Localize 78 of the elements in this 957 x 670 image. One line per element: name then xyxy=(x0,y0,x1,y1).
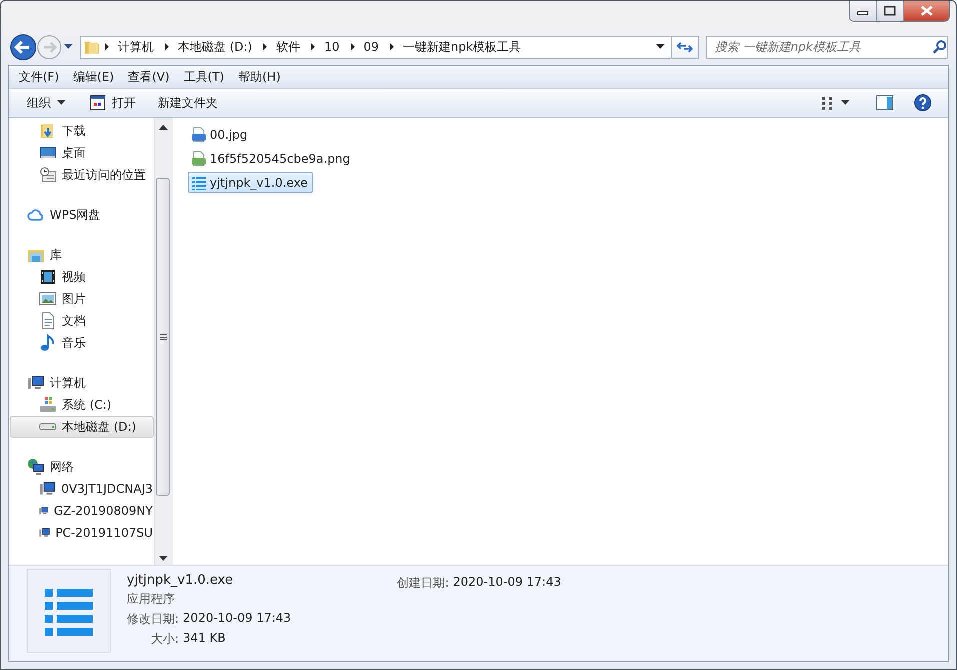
property-value: 341 KB xyxy=(183,631,227,647)
breadcrumb-item[interactable]: 软件 xyxy=(270,38,306,56)
back-button[interactable] xyxy=(10,34,37,60)
property-label: 创建日期: xyxy=(397,575,450,592)
jpg-file-icon xyxy=(191,126,207,142)
recent-places-icon xyxy=(39,166,57,184)
computer-icon xyxy=(39,480,56,498)
computer-icon xyxy=(27,374,45,392)
nav-item[interactable]: 0V3JT1JDCNAJ3 xyxy=(10,478,154,500)
application-icon xyxy=(191,174,207,190)
close-icon xyxy=(920,5,934,17)
folder-icon xyxy=(84,39,100,55)
property-label: 修改日期: xyxy=(127,611,180,628)
history-dropdown[interactable] xyxy=(62,44,75,50)
organize-button[interactable]: 组织 xyxy=(19,92,74,114)
picture-icon xyxy=(39,290,57,308)
file-type: 应用程序 xyxy=(127,591,176,608)
system-drive-icon xyxy=(39,396,57,414)
nav-item[interactable]: 桌面 xyxy=(10,142,154,164)
search-field[interactable]: 搜索 一键新建npk模板工具 xyxy=(706,36,948,58)
caret-icon xyxy=(57,100,66,106)
new-folder-button[interactable]: 新建文件夹 xyxy=(150,92,226,114)
breadcrumb-item[interactable]: 本地磁盘 (D:) xyxy=(172,38,258,56)
menu-item[interactable]: 查看(V) xyxy=(121,68,177,86)
drive-icon xyxy=(39,423,57,431)
scrollbar-thumb[interactable] xyxy=(156,178,170,496)
help-icon xyxy=(914,94,932,112)
maximize-icon xyxy=(884,6,896,16)
property-label: 大小: xyxy=(150,631,180,648)
caret-icon xyxy=(656,44,665,50)
property-value: 2020-10-09 17:43 xyxy=(183,611,292,627)
file-item[interactable]: 16f5f520545cbe9a.png xyxy=(188,148,356,169)
nav-item[interactable]: 下载 xyxy=(10,120,154,142)
caret-icon xyxy=(64,44,73,50)
nav-item[interactable]: 视频 xyxy=(10,266,154,288)
nav-item[interactable]: 最近访问的位置 xyxy=(10,164,154,186)
menu-item[interactable]: 编辑(E) xyxy=(66,68,122,86)
nav-item[interactable]: GZ-20190809NY xyxy=(10,500,154,522)
film-icon xyxy=(39,268,57,286)
scroll-down-arrow-icon xyxy=(159,556,168,561)
file-item[interactable]: yjtjnpk_v1.0.exe xyxy=(188,172,313,193)
minimize-button[interactable] xyxy=(850,1,877,21)
breadcrumb-item[interactable]: 一键新建npk模板工具 xyxy=(397,38,528,56)
open-button[interactable]: 打开 xyxy=(82,92,144,114)
maximize-button[interactable] xyxy=(877,1,904,21)
property-value: 2020-10-09 17:43 xyxy=(453,575,562,591)
nav-item[interactable]: 计算机 xyxy=(10,372,154,394)
music-note-icon xyxy=(39,334,57,352)
png-file-icon xyxy=(191,150,207,166)
nav-item[interactable]: PC-20191107SU xyxy=(10,522,154,544)
nav-item[interactable]: 系统 (C:) xyxy=(10,394,154,416)
preview-pane-icon xyxy=(876,95,894,111)
scrollbar[interactable] xyxy=(154,118,172,565)
file-name: yjtjnpk_v1.0.exe xyxy=(127,573,234,588)
grip-icon xyxy=(160,334,166,340)
menu-item[interactable]: 工具(T) xyxy=(176,68,232,86)
nav-item[interactable]: 本地磁盘 (D:) xyxy=(10,416,154,438)
nav-item[interactable]: WPS网盘 xyxy=(10,204,154,226)
program-window-icon xyxy=(90,95,106,111)
view-grid-icon xyxy=(821,96,835,110)
breadcrumb-item[interactable]: 09 xyxy=(358,40,386,54)
breadcrumb-item[interactable]: 计算机 xyxy=(112,38,160,56)
menu-item[interactable]: 文件(F) xyxy=(12,68,66,86)
scroll-up-arrow-icon xyxy=(159,125,168,130)
nav-item[interactable]: 库 xyxy=(10,244,154,266)
network-globe-icon xyxy=(27,458,45,476)
close-button[interactable] xyxy=(904,1,949,21)
search-icon xyxy=(933,40,947,54)
nav-item[interactable]: 文档 xyxy=(10,310,154,332)
file-item[interactable]: 00.jpg xyxy=(188,124,253,145)
nav-item[interactable]: 图片 xyxy=(10,288,154,310)
refresh-button[interactable] xyxy=(672,36,699,58)
nav-item[interactable]: 网络 xyxy=(10,456,154,478)
refresh-arrows-icon xyxy=(677,40,693,54)
caret-icon xyxy=(841,100,850,106)
breadcrumb-item[interactable]: 10 xyxy=(318,40,346,54)
menu-item[interactable]: 帮助(H) xyxy=(232,68,288,86)
nav-item[interactable]: 音乐 xyxy=(10,332,154,354)
